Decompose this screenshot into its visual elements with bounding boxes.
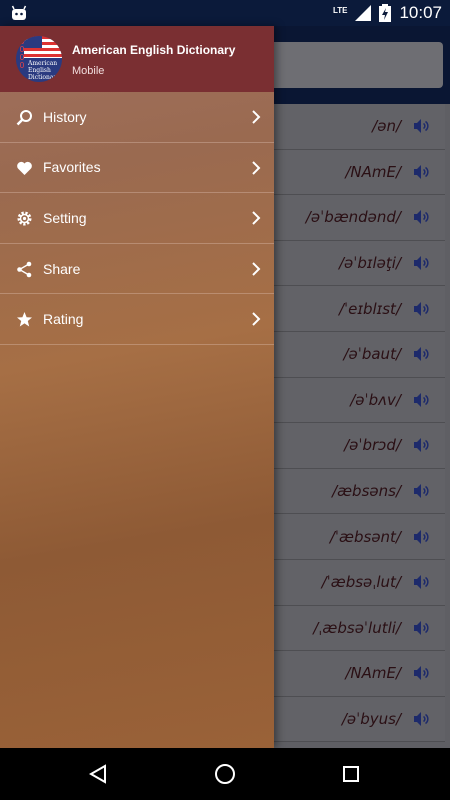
pronunciation-text: /NAmE/ [345, 664, 401, 683]
star-icon [17, 312, 32, 327]
speaker-icon[interactable] [413, 209, 429, 225]
menu-item-history[interactable]: History [0, 92, 274, 143]
pronunciation-text: /NAmE/ [345, 162, 401, 181]
menu-item-setting[interactable]: Setting [0, 193, 274, 244]
navigation-drawer: 3000 American English Dictionary America… [0, 26, 274, 748]
app-subtitle: Mobile [72, 65, 105, 77]
pronunciation-text: /ˈæbsənt/ [329, 527, 401, 546]
menu-item-favorites[interactable]: Favorites [0, 143, 274, 194]
speaker-icon[interactable] [413, 437, 429, 453]
android-icon [11, 5, 27, 20]
speaker-icon[interactable] [413, 392, 429, 408]
speaker-icon[interactable] [413, 255, 429, 271]
speaker-icon[interactable] [413, 620, 429, 636]
back-icon[interactable] [88, 764, 108, 784]
speaker-icon[interactable] [413, 118, 429, 134]
speaker-icon[interactable] [413, 301, 429, 317]
speaker-icon[interactable] [413, 529, 429, 545]
speaker-icon[interactable] [413, 711, 429, 727]
menu-label: History [43, 108, 87, 125]
lte-icon: LTE [332, 5, 348, 15]
pronunciation-text: /əˈbʌv/ [350, 390, 401, 409]
system-navigation-bar [0, 748, 450, 800]
pronunciation-text: /ˌæbsəˈlutli/ [313, 618, 401, 637]
speaker-icon[interactable] [413, 574, 429, 590]
heart-icon [17, 161, 32, 175]
chevron-right-icon [252, 110, 261, 124]
signal-icon [355, 5, 372, 21]
gear-icon [17, 211, 32, 226]
speaker-icon[interactable] [413, 665, 429, 681]
chevron-right-icon [252, 262, 261, 276]
app-logo: 3000 American English Dictionary [16, 36, 62, 82]
drawer-menu: History Favorites Setting Share Rating [0, 92, 274, 345]
app-title: American English Dictionary [72, 43, 236, 57]
menu-label: Share [43, 260, 81, 277]
chevron-right-icon [252, 312, 261, 327]
logo-numbers: 3000 [19, 37, 25, 70]
menu-label: Favorites [43, 159, 101, 176]
pronunciation-text: /əˈbrɔd/ [344, 436, 401, 455]
pronunciation-text: /əˈbyus/ [341, 710, 401, 729]
share-icon [17, 261, 32, 278]
home-icon[interactable] [214, 763, 236, 785]
speaker-icon[interactable] [413, 164, 429, 180]
menu-item-rating[interactable]: Rating [0, 294, 274, 345]
clock: 10:07 [399, 3, 442, 22]
speaker-icon[interactable] [413, 483, 429, 499]
pronunciation-text: /ən/ [372, 117, 401, 136]
drawer-header: 3000 American English Dictionary America… [0, 26, 274, 92]
search-input[interactable] [255, 42, 443, 88]
search-icon [16, 110, 32, 126]
logo-text: American English Dictionary [28, 60, 60, 81]
status-bar: LTE 10:07 [0, 0, 450, 26]
chevron-right-icon [252, 160, 261, 175]
menu-item-share[interactable]: Share [0, 244, 274, 295]
menu-label: Rating [43, 311, 84, 328]
pronunciation-text: /ˈæbsəˌlut/ [321, 573, 401, 592]
pronunciation-text: /əˈbɪləţi/ [339, 254, 401, 273]
speaker-icon[interactable] [413, 346, 429, 362]
recents-icon[interactable] [342, 765, 360, 783]
battery-charging-icon [379, 4, 392, 22]
pronunciation-text: /æbsəns/ [332, 482, 401, 501]
menu-label: Setting [43, 209, 87, 226]
chevron-right-icon [252, 211, 261, 225]
pronunciation-text: /ˈeɪblɪst/ [339, 299, 401, 318]
pronunciation-text: /əˈbændənd/ [305, 208, 401, 227]
pronunciation-text: /əˈbaut/ [343, 345, 401, 364]
